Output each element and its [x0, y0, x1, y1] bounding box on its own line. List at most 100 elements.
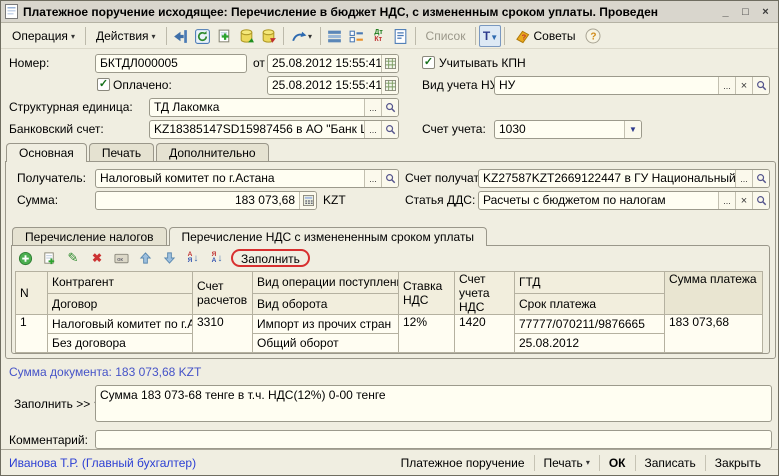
- col-vat-account[interactable]: Счет учета НДС: [455, 272, 515, 315]
- sort-asc-button[interactable]: АЯ↓: [183, 248, 203, 268]
- report-button[interactable]: [390, 25, 412, 47]
- dds-item-field[interactable]: Расчеты с бюджетом по налогам ... ×: [478, 191, 770, 210]
- cell-operation[interactable]: Импорт из прочих стран: [253, 315, 399, 334]
- cell-turnover[interactable]: Общий оборот: [253, 334, 399, 353]
- table-row[interactable]: 1 Налоговый комитет по г.А... 3310 Импор…: [16, 315, 763, 334]
- tab-print[interactable]: Печать: [89, 143, 154, 161]
- date-field[interactable]: 25.08.2012 15:55:41: [267, 54, 399, 73]
- payment-purpose-field[interactable]: Сумма 183 073-68 тенге в т.ч. НДС(12%) 0…: [95, 385, 772, 422]
- magnifier-icon[interactable]: [381, 99, 398, 116]
- amount-field[interactable]: 183 073,68: [95, 191, 317, 210]
- structure-button[interactable]: [346, 25, 368, 47]
- bank-account-field[interactable]: KZ18385147SD15987456 в АО "Банк ЦентрКре…: [149, 120, 399, 139]
- dtkt-button[interactable]: ДтКт: [368, 25, 390, 47]
- actions-menu-button[interactable]: Действия ▾: [89, 26, 163, 46]
- recipient-account-field[interactable]: KZ27587KZT2669122447 в ГУ Национальный Б…: [478, 169, 770, 188]
- col-account[interactable]: Счет расчетов: [193, 272, 253, 315]
- col-turnover[interactable]: Вид оборота: [253, 293, 399, 315]
- col-gtd[interactable]: ГТД: [515, 272, 665, 294]
- operation-menu-button[interactable]: Операция ▾: [5, 26, 82, 46]
- tips-button[interactable]: ? Советы: [508, 26, 582, 47]
- recipient-field[interactable]: Налоговый комитет по г.Астана ...: [95, 169, 399, 188]
- maximize-icon[interactable]: □: [737, 4, 754, 19]
- unpost-document-button[interactable]: [258, 25, 280, 47]
- calendar-icon[interactable]: [381, 77, 398, 94]
- cell-due[interactable]: 25.08.2012: [515, 334, 665, 353]
- ellipsis-icon[interactable]: ...: [364, 99, 381, 116]
- checklist-icon: [348, 28, 365, 45]
- number-field[interactable]: БКТДЛ000005: [95, 54, 247, 73]
- minimize-icon[interactable]: _: [717, 4, 734, 19]
- save-close-button[interactable]: [170, 25, 192, 47]
- ellipsis-icon[interactable]: ...: [735, 170, 752, 187]
- tab-additional[interactable]: Дополнительно: [156, 143, 268, 161]
- comment-field[interactable]: [95, 430, 772, 449]
- post-document-button[interactable]: [236, 25, 258, 47]
- cell-contract[interactable]: Без договора: [48, 334, 193, 353]
- ok-button[interactable]: ОК: [600, 456, 635, 470]
- print-button[interactable]: Печать ▾: [535, 456, 599, 470]
- tab-vat-transfer[interactable]: Перечисление НДС с изменененным сроком у…: [169, 227, 488, 246]
- clear-icon[interactable]: ×: [735, 77, 752, 94]
- cell-amount[interactable]: 183 073,68: [665, 315, 763, 353]
- magnifier-icon[interactable]: [752, 77, 769, 94]
- magnifier-icon[interactable]: [381, 121, 398, 138]
- copy-row-button[interactable]: [39, 248, 59, 268]
- col-amount[interactable]: Сумма платежа: [665, 272, 763, 315]
- cell-n[interactable]: 1: [16, 315, 48, 353]
- cell-gtd[interactable]: 77777/070211/9876665: [515, 315, 665, 334]
- help-button[interactable]: ?: [582, 25, 604, 47]
- save-button[interactable]: Записать: [636, 456, 705, 470]
- paid-checkbox[interactable]: ✓: [97, 78, 110, 91]
- filter-sort-button[interactable]: T▼: [479, 25, 501, 47]
- go-to-button[interactable]: ▾: [287, 25, 317, 47]
- col-operation[interactable]: Вид операции поступления: [253, 272, 399, 294]
- edit-row-button[interactable]: ✎: [63, 248, 83, 268]
- cell-vat-account[interactable]: 1420: [455, 315, 515, 353]
- ellipsis-icon[interactable]: ...: [718, 77, 735, 94]
- copy-button[interactable]: [214, 25, 236, 47]
- chevron-down-icon[interactable]: ▼: [624, 121, 641, 138]
- paid-date-field[interactable]: 25.08.2012 15:55:41: [267, 76, 399, 95]
- sort-desc-button[interactable]: ЯА↓: [207, 248, 227, 268]
- list-button[interactable]: Список: [419, 26, 473, 46]
- move-down-button[interactable]: [159, 248, 179, 268]
- cell-vat-rate[interactable]: 12%: [399, 315, 455, 353]
- add-row-button[interactable]: [15, 248, 35, 268]
- col-n[interactable]: N: [16, 272, 48, 315]
- table-row-line2[interactable]: Без договора Общий оборот 25.08.2012: [16, 334, 763, 353]
- col-counterparty[interactable]: Контрагент: [48, 272, 193, 294]
- clear-icon[interactable]: ×: [735, 192, 752, 209]
- calculator-icon[interactable]: [299, 192, 316, 209]
- tab-tax-transfer[interactable]: Перечисление налогов: [12, 227, 167, 245]
- structural-unit-field[interactable]: ТД Лакомка ...: [149, 98, 399, 117]
- tab-main[interactable]: Основная: [6, 143, 87, 162]
- cell-counterparty[interactable]: Налоговый комитет по г.А...: [48, 315, 193, 334]
- fill-purpose-button[interactable]: Заполнить >> ▾: [7, 394, 105, 413]
- magnifier-icon[interactable]: [381, 170, 398, 187]
- paid-label: Оплачено:: [113, 76, 172, 94]
- ledger-account-combo[interactable]: 1030 ▼: [494, 120, 642, 139]
- delete-row-button[interactable]: ✖: [87, 248, 107, 268]
- col-due[interactable]: Срок платежа: [515, 293, 665, 315]
- calendar-icon[interactable]: [381, 55, 398, 72]
- kpn-checkbox[interactable]: ✓: [422, 56, 435, 69]
- ellipsis-icon[interactable]: ...: [718, 192, 735, 209]
- magnifier-icon[interactable]: [752, 170, 769, 187]
- ellipsis-icon[interactable]: ...: [364, 170, 381, 187]
- vat-table[interactable]: N Контрагент Счет расчетов Вид операции …: [15, 271, 763, 353]
- nu-kind-field[interactable]: НУ ... ×: [494, 76, 770, 95]
- ellipsis-icon[interactable]: ...: [364, 121, 381, 138]
- close-icon[interactable]: ×: [757, 4, 774, 19]
- close-button[interactable]: Закрыть: [706, 456, 770, 470]
- col-vat-rate[interactable]: Ставка НДС: [399, 272, 455, 315]
- move-up-button[interactable]: [135, 248, 155, 268]
- end-edit-button[interactable]: ок: [111, 248, 131, 268]
- document-movements-button[interactable]: [324, 25, 346, 47]
- col-contract[interactable]: Договор: [48, 293, 193, 315]
- fill-table-button[interactable]: Заполнить: [231, 249, 310, 267]
- cell-account[interactable]: 3310: [193, 315, 253, 353]
- payment-order-button[interactable]: Платежное поручение: [392, 456, 534, 470]
- magnifier-icon[interactable]: [752, 192, 769, 209]
- reread-button[interactable]: [192, 25, 214, 47]
